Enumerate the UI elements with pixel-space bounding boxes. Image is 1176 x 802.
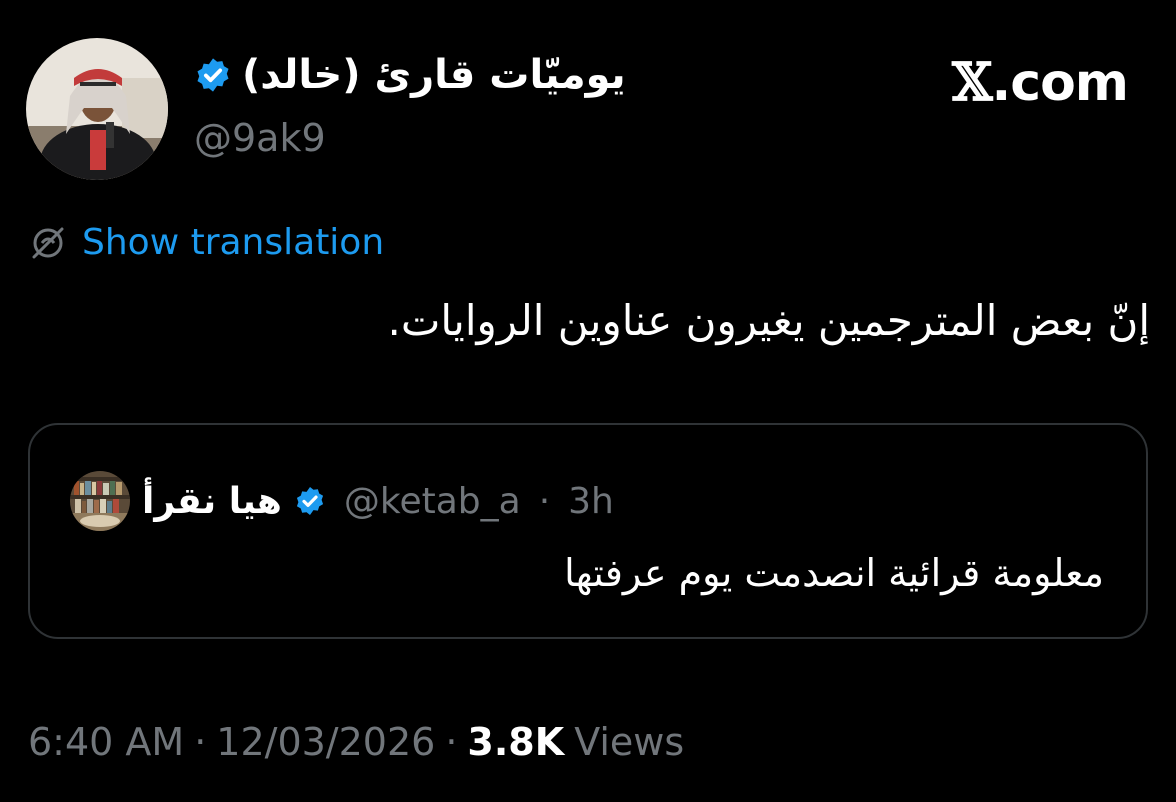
quoted-tweet-card[interactable]: هيا نقرأ @ketab_a · 3h معلومة قرائية انص… (28, 423, 1148, 639)
quoted-author-name: هيا نقرأ (142, 480, 282, 522)
footer-separator: · (194, 720, 207, 764)
brand-domain: .com (991, 53, 1129, 113)
tweet-time: 6:40 AM (28, 720, 185, 764)
author-display-name: يوميّات قارئ (خالد) (242, 52, 626, 98)
quoted-author-avatar[interactable] (70, 471, 130, 531)
x-com-logo: 𝕏.com (952, 52, 1129, 113)
quoted-tweet-time: 3h (568, 480, 614, 522)
tweet-date: 12/03/2026 (216, 720, 436, 764)
quoted-tweet-header: هيا نقرأ @ketab_a · 3h (70, 471, 614, 531)
globe-off-icon (28, 223, 68, 263)
show-translation-label: Show translation (82, 222, 385, 263)
author-avatar[interactable] (26, 38, 168, 180)
x-logo-icon: 𝕏 (952, 52, 992, 113)
tweet-text: إنّ بعض المترجمين يغيرون عناوين الروايات… (387, 296, 1150, 345)
bookshelf-avatar-image (70, 471, 130, 531)
tweet-footer: 6:40 AM · 12/03/2026 · 3.8K Views (28, 720, 684, 764)
verified-badge-icon (194, 56, 232, 94)
author-name-row[interactable]: يوميّات قارئ (خالد) (194, 52, 626, 98)
author-avatar-image (26, 38, 168, 180)
footer-separator: · (445, 720, 458, 764)
author-handle[interactable]: @9ak9 (194, 116, 326, 160)
show-translation-button[interactable]: Show translation (28, 222, 384, 263)
meta-separator: · (538, 480, 551, 522)
views-label: Views (574, 720, 685, 764)
verified-badge-icon (294, 485, 326, 517)
quoted-tweet-text: معلومة قرائية انصدمت يوم عرفتها (564, 551, 1104, 595)
views-count: 3.8K (467, 720, 565, 764)
quoted-author-handle: @ketab_a (343, 480, 521, 522)
